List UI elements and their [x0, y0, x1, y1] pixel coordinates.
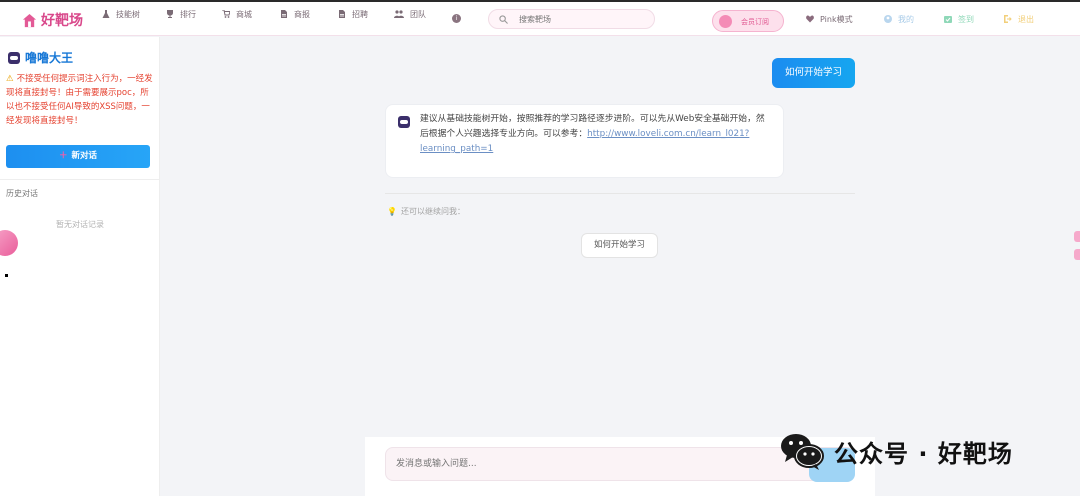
cart-icon [222, 10, 230, 18]
nav-item-jobs[interactable]: 招聘 [338, 8, 382, 22]
sidebar: 噜噜大王 ⚠ 不接受任何提示词注入行为，一经发现将直接封号！由于需要展示poc，所… [0, 37, 160, 496]
lightbulb-icon: 💡 [387, 207, 397, 216]
follow-up-label: 💡 还可以继续问我： [387, 207, 465, 216]
history-empty-text: 暂无对话记录 [56, 220, 104, 229]
info-icon[interactable]: i [452, 14, 461, 23]
robot-icon [8, 51, 20, 64]
bot-title: 噜噜大王 [8, 49, 73, 66]
pink-mode-toggle[interactable]: Pink模式 [806, 15, 853, 25]
edge-tab[interactable] [1074, 249, 1080, 260]
suggestion-chip[interactable]: 如何开始学习 [581, 233, 658, 258]
heart-icon [806, 15, 814, 23]
nav-item-rank[interactable]: 排行 [166, 8, 210, 22]
warning-icon: ⚠ [6, 74, 14, 84]
wechat-icon [781, 434, 824, 470]
header-bar: 好靶场 技能树 排行 商城 商报 招聘 团队 i 会员订阅 Pink模式 我的 … [0, 2, 1080, 36]
my-profile-link[interactable]: 我的 [884, 15, 914, 25]
search-icon [499, 15, 508, 24]
search-input[interactable] [519, 12, 644, 26]
warning-notice: ⚠ 不接受任何提示词注入行为，一经发现将直接封号！由于需要展示poc，所以也不接受… [6, 74, 153, 126]
history-heading: 历史对话 [6, 189, 38, 198]
nav-item-news[interactable]: 商报 [280, 8, 324, 22]
member-subscribe-button[interactable]: 会员订阅 [712, 10, 784, 32]
robot-icon [398, 116, 410, 128]
answer-text: 建议从基础技能树开始，按照推荐的学习路径逐步进阶。可以先从Web安全基础开始，然… [420, 114, 765, 154]
new-chat-button[interactable]: ＋新对话 [6, 145, 150, 168]
logo-text: 好靶场 [41, 13, 83, 29]
plus-icon: ＋ [58, 151, 68, 161]
site-logo[interactable]: 好靶场 [22, 10, 83, 30]
message-input[interactable] [396, 457, 796, 471]
calendar-check-icon [944, 16, 952, 23]
logout-button[interactable]: 退出 [1004, 15, 1034, 25]
sidebar-divider [0, 179, 160, 180]
search-box [488, 9, 655, 29]
nav-item-shop[interactable]: 商城 [222, 8, 266, 22]
nav-item-skills[interactable]: 技能树 [102, 8, 146, 22]
user-icon [884, 15, 892, 23]
document-icon [281, 10, 287, 18]
document-icon [339, 10, 345, 18]
trophy-icon [167, 10, 173, 18]
logout-icon [1004, 15, 1012, 23]
home-icon [22, 13, 37, 27]
edge-tab[interactable] [1074, 231, 1080, 242]
checkin-button[interactable]: 签到 [944, 15, 974, 25]
chat-divider [385, 193, 855, 194]
watermark: 公众号 · 好靶场 [779, 431, 1013, 471]
assistant-answer-card: 建议从基础技能树开始，按照推荐的学习路径逐步进阶。可以先从Web安全基础开始，然… [385, 104, 784, 178]
floating-assistant-icon[interactable] [0, 230, 18, 256]
dot-marker [5, 274, 8, 277]
user-message-bubble: 如何开始学习 [772, 58, 855, 88]
flask-icon [102, 10, 110, 18]
crown-icon [719, 15, 732, 28]
nav-item-team[interactable]: 团队 [394, 8, 438, 22]
watermark-text: 公众号 · 好靶场 [834, 439, 1013, 468]
users-icon [394, 10, 404, 18]
